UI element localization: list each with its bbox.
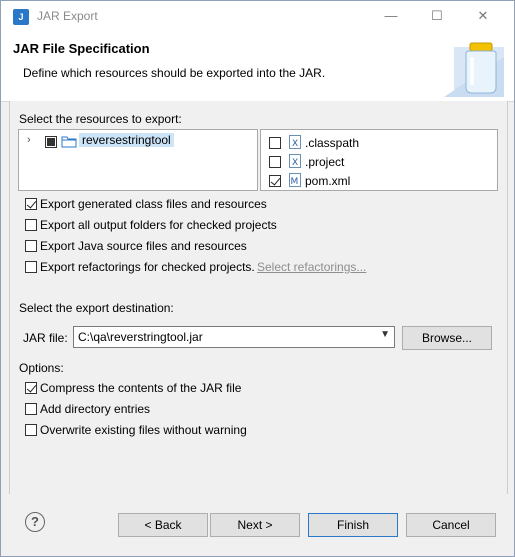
maven-file-icon: M xyxy=(289,173,301,187)
export-class-files-checkbox[interactable] xyxy=(25,198,37,210)
finish-button[interactable]: Finish xyxy=(308,513,398,537)
page-title: JAR File Specification xyxy=(13,41,150,56)
options-label: Options: xyxy=(19,361,64,375)
export-source-files-checkbox[interactable] xyxy=(25,240,37,252)
directory-entries-label[interactable]: Add directory entries xyxy=(40,402,150,416)
jar-export-dialog: J JAR Export — ☐ ✕ JAR File Specificatio… xyxy=(0,0,515,557)
xml-file-icon: X xyxy=(289,135,301,149)
export-source-files-label[interactable]: Export Java source files and resources xyxy=(40,239,247,253)
xml-file-icon: X xyxy=(289,154,301,168)
file-item-label: .project xyxy=(305,155,345,169)
jar-file-combo[interactable]: C:\qa\reverstringtool.jar ▼ xyxy=(73,326,395,348)
close-button[interactable]: ✕ xyxy=(460,1,506,31)
file-item-label: pom.xml xyxy=(305,174,351,188)
chevron-right-icon[interactable]: › xyxy=(27,134,31,146)
svg-text:X: X xyxy=(292,139,298,149)
jar-icon: J xyxy=(13,9,29,25)
window-title: JAR Export xyxy=(37,9,98,23)
jar-file-value[interactable]: C:\qa\reverstringtool.jar xyxy=(78,330,203,344)
maximize-button[interactable]: ☐ xyxy=(414,1,460,31)
compress-checkbox[interactable] xyxy=(25,382,37,394)
overwrite-label[interactable]: Overwrite existing files without warning xyxy=(40,423,247,437)
browse-button[interactable]: Browse... xyxy=(402,326,492,350)
project-file-checkbox[interactable] xyxy=(269,156,281,168)
back-button[interactable]: < Back xyxy=(118,513,208,537)
select-refactorings-link[interactable]: Select refactorings... xyxy=(257,260,366,274)
cancel-button[interactable]: Cancel xyxy=(406,513,496,537)
project-tree[interactable]: › reversestringtool xyxy=(18,129,258,191)
jar-illustration-icon xyxy=(444,42,504,97)
svg-text:M: M xyxy=(291,177,299,187)
export-output-folders-label[interactable]: Export all output folders for checked pr… xyxy=(40,218,277,232)
file-item-label: .classpath xyxy=(305,136,360,150)
wizard-header: JAR File Specification Define which reso… xyxy=(1,31,514,102)
jar-file-label: JAR file: xyxy=(23,331,68,345)
help-icon[interactable]: ? xyxy=(25,512,45,532)
tree-item-checkbox[interactable] xyxy=(45,136,57,148)
next-button[interactable]: Next > xyxy=(210,513,300,537)
svg-text:X: X xyxy=(292,158,298,168)
compress-label[interactable]: Compress the contents of the JAR file xyxy=(40,381,241,395)
export-refactorings-label[interactable]: Export refactorings for checked projects… xyxy=(40,260,255,274)
pom-checkbox[interactable] xyxy=(269,175,281,187)
chevron-down-icon[interactable]: ▼ xyxy=(380,329,390,340)
destination-label: Select the export destination: xyxy=(19,301,174,315)
export-class-files-label[interactable]: Export generated class files and resourc… xyxy=(40,197,267,211)
minimize-button[interactable]: — xyxy=(368,1,414,31)
export-refactorings-checkbox[interactable] xyxy=(25,261,37,273)
project-folder-icon xyxy=(61,136,77,148)
tree-item-label[interactable]: reversestringtool xyxy=(79,133,174,147)
resources-label: Select the resources to export: xyxy=(19,112,182,126)
overwrite-checkbox[interactable] xyxy=(25,424,37,436)
title-bar: J JAR Export — ☐ ✕ xyxy=(1,1,514,31)
page-description: Define which resources should be exporte… xyxy=(23,66,326,80)
file-list: X .classpath X .project M pom.xml xyxy=(260,129,498,191)
directory-entries-checkbox[interactable] xyxy=(25,403,37,415)
export-output-folders-checkbox[interactable] xyxy=(25,219,37,231)
classpath-checkbox[interactable] xyxy=(269,137,281,149)
